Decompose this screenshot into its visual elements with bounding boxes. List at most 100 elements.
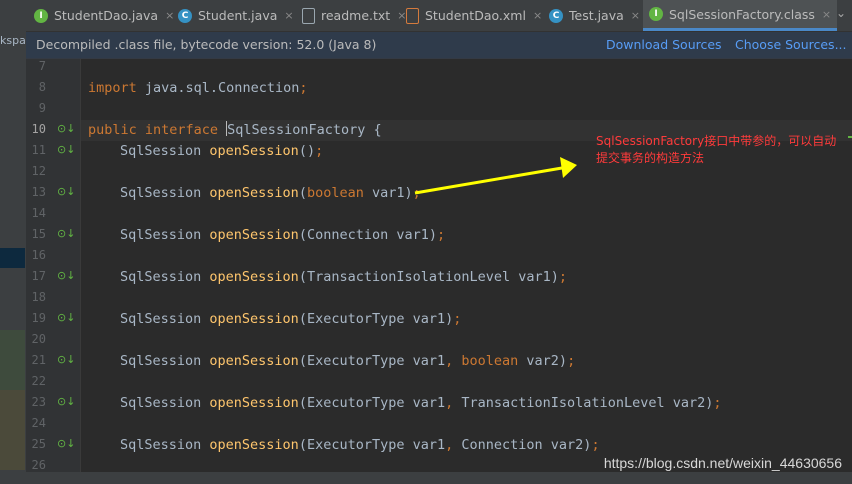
close-icon[interactable]: ×: [284, 9, 293, 22]
project-panel-label: kspa: [0, 34, 26, 47]
implemented-marker-icon[interactable]: ⊙↓: [57, 269, 75, 282]
code-token: ;: [412, 185, 421, 201]
code-token: ;: [315, 143, 324, 159]
class-icon: C: [178, 8, 192, 23]
implemented-marker-icon[interactable]: ⊙↓: [57, 437, 75, 450]
code-token: openSession: [209, 227, 299, 243]
tab-label: SqlSessionFactory.class: [669, 6, 815, 22]
line-number: 23: [31, 395, 46, 409]
tab-label: Test.java: [569, 8, 624, 23]
gutter-line: 24: [26, 414, 80, 435]
interface-icon: I: [649, 7, 663, 21]
code-token: import: [88, 80, 145, 96]
code-line: SqlSession openSession(boolean var1);: [81, 183, 852, 204]
tab-studentdao-java[interactable]: I StudentDao.java ×: [28, 0, 180, 31]
line-number: 26: [31, 458, 46, 472]
line-number: 11: [31, 143, 46, 157]
choose-sources-link[interactable]: Choose Sources...: [735, 37, 847, 52]
gutter-line: 18: [26, 288, 80, 309]
gutter-line: 22: [26, 372, 80, 393]
implemented-marker-icon[interactable]: ⊙↓: [57, 227, 75, 240]
implemented-marker-icon[interactable]: ⊙↓: [57, 122, 75, 135]
code-token: openSession: [209, 437, 299, 453]
implemented-marker-icon[interactable]: ⊙↓: [57, 353, 75, 366]
line-number: 8: [38, 80, 46, 94]
gutter-line: 16: [26, 246, 80, 267]
gutter-line: 23 ⊙↓: [26, 393, 80, 414]
gutter-line: 21 ⊙↓: [26, 351, 80, 372]
code-token: TransactionIsolationLevel var2): [461, 395, 714, 411]
tab-test-java[interactable]: C Test.java ×: [543, 0, 646, 31]
gutter-line: 20: [26, 330, 80, 351]
implemented-marker-icon[interactable]: ⊙↓: [57, 143, 75, 156]
close-icon[interactable]: ×: [822, 8, 831, 21]
tab-label: StudentDao.xml: [425, 8, 526, 23]
project-panel-selection: [0, 248, 25, 268]
text-file-icon: [302, 7, 315, 24]
implemented-marker-icon[interactable]: ⊙↓: [57, 185, 75, 198]
gutter-line: 15 ⊙↓: [26, 225, 80, 246]
tab-readme-txt[interactable]: readme.txt ×: [296, 0, 412, 31]
gutter-line: 12: [26, 162, 80, 183]
code-token: ;: [299, 80, 308, 96]
line-number: 20: [31, 332, 46, 346]
watermark: https://blog.csdn.net/weixin_44630656: [603, 455, 842, 471]
code-token: SqlSession: [120, 353, 210, 369]
line-number: 7: [38, 59, 46, 73]
tab-studentdao-xml[interactable]: StudentDao.xml ×: [400, 0, 548, 31]
project-panel-strip: kspa: [0, 0, 27, 484]
code-token: ;: [567, 353, 576, 369]
close-icon[interactable]: ×: [631, 9, 640, 22]
tab-overflow-icon[interactable]: ⌄: [836, 6, 846, 20]
code-token: (ExecutorType var1): [298, 311, 454, 327]
code-token: (ExecutorType var1: [298, 353, 446, 369]
line-number: 21: [31, 353, 46, 367]
class-icon: C: [549, 8, 563, 23]
code-token: ;: [558, 269, 568, 285]
code-token: (ExecutorType var1: [298, 437, 446, 453]
code-token: boolean: [306, 185, 372, 201]
gutter-line: 11 ⊙↓: [26, 141, 80, 162]
code-token: ;: [453, 311, 462, 327]
gutter-line: 25 ⊙↓: [26, 435, 80, 456]
code-token: SqlSession: [120, 227, 210, 243]
project-panel-block: [0, 330, 25, 390]
implemented-marker-icon[interactable]: ⊙↓: [57, 311, 75, 324]
code-token: (Connection var1): [298, 227, 437, 243]
gutter-line: 7: [26, 57, 80, 78]
code-line: SqlSession openSession(Connection var1);: [81, 225, 852, 246]
close-icon[interactable]: ×: [533, 9, 542, 22]
code-token: (ExecutorType var1: [298, 395, 446, 411]
gutter-line: 17 ⊙↓: [26, 267, 80, 288]
implemented-marker-icon[interactable]: ⊙↓: [57, 395, 75, 408]
annotation-note: SqlSessionFactory接口中带参的，可以自动提交事务的构造方法: [596, 134, 837, 165]
editor-tab-bar: I StudentDao.java × C Student.java × readme.tx…: [26, 0, 852, 32]
code-token: SqlSessionFactory: [227, 122, 374, 138]
line-number-gutter: 7 8 9 10 ⊙↓ 11 ⊙↓ 12 13 ⊙↓ 14 15 ⊙↓ 16 17 ⊙↓ 18 19 ⊙↓ 20 21 ⊙…: [26, 59, 81, 472]
banner-message: Decompiled .class file, bytecode version…: [36, 37, 377, 52]
code-line: SqlSession openSession(ExecutorType var1…: [81, 351, 852, 372]
tab-sqlsessionfactory-class[interactable]: I SqlSessionFactory.class ×: [643, 0, 838, 31]
code-token: ;: [591, 437, 600, 453]
code-editor[interactable]: import java.sql.Connection; public interf…: [81, 59, 852, 472]
xml-file-icon: [406, 7, 419, 24]
tab-student-java[interactable]: C Student.java ×: [172, 0, 300, 31]
code-token: ,: [445, 395, 462, 411]
code-token: openSession: [209, 269, 299, 285]
gutter-line: 8: [26, 78, 80, 99]
download-sources-link[interactable]: Download Sources: [606, 37, 722, 52]
code-token: java.sql.Connection: [144, 80, 300, 96]
code-token: openSession: [209, 311, 299, 327]
code-token: openSession: [209, 185, 299, 201]
code-token: public interface: [88, 122, 227, 138]
